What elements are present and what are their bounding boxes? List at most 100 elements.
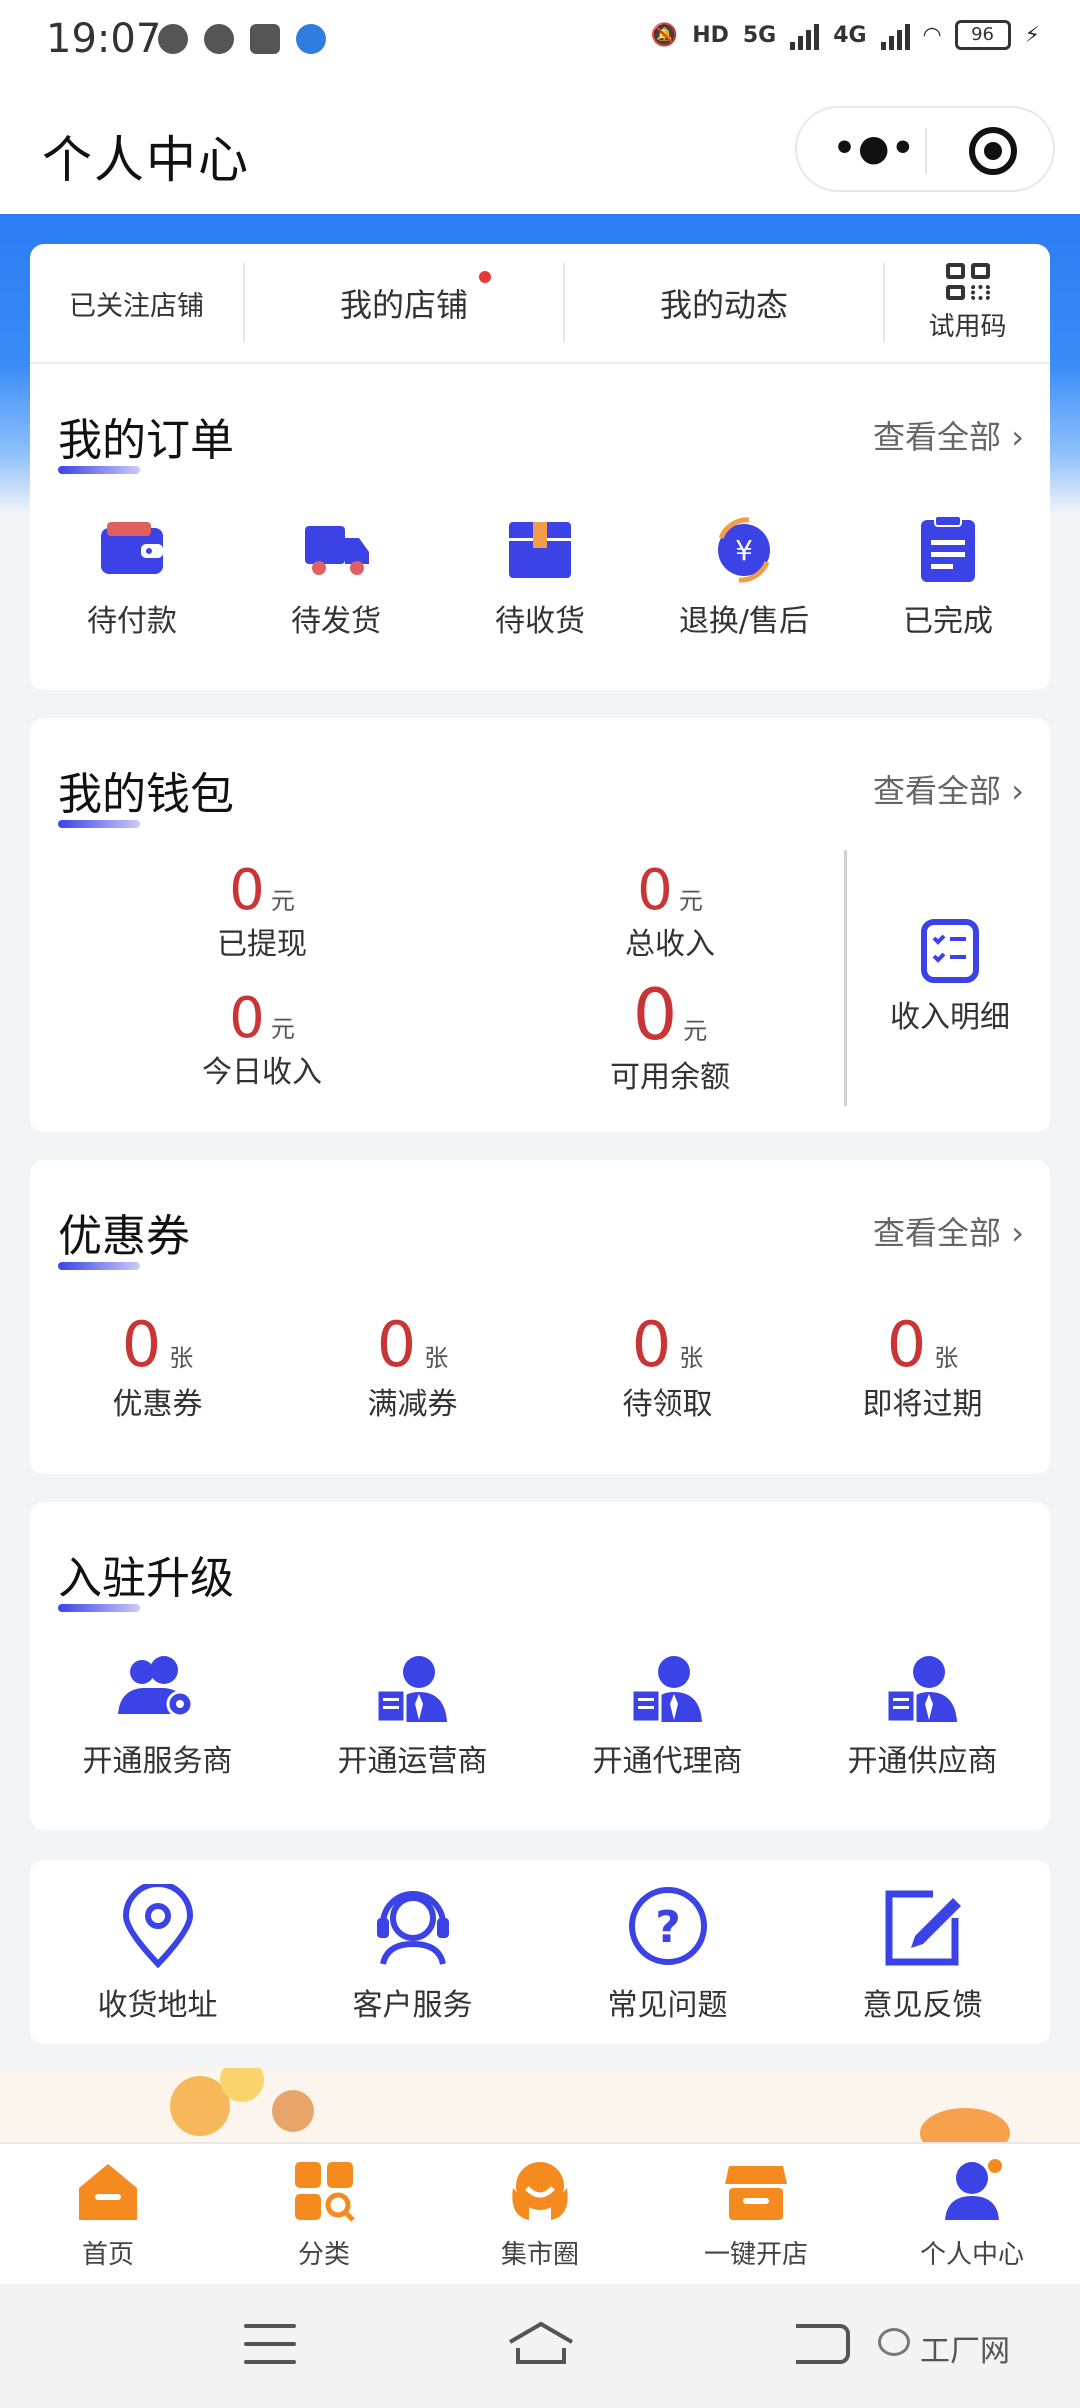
home-icon xyxy=(75,2158,141,2224)
coupon-all[interactable]: 0张 优惠券 xyxy=(30,1308,285,1423)
coupon-unit: 张 xyxy=(424,1344,449,1372)
page-header: 个人中心 •●• xyxy=(0,84,1080,214)
title-underline xyxy=(58,1604,140,1612)
wallet-title: 我的钱包 xyxy=(58,769,234,820)
faq[interactable]: ? 常见问题 xyxy=(540,1884,795,2024)
wallet-unit: 元 xyxy=(270,887,295,915)
coupon-label: 即将过期 xyxy=(862,1387,983,1422)
wallet-unit: 元 xyxy=(678,887,703,915)
order-pending-payment[interactable]: 待付款 xyxy=(30,514,234,640)
wallet-label: 总收入 xyxy=(625,927,715,962)
coupons-title: 优惠券 xyxy=(58,1211,190,1262)
capsule-divider xyxy=(925,128,927,174)
tab-open-shop[interactable]: 一键开店 xyxy=(648,2144,864,2284)
charging-icon: ⚡ xyxy=(1024,22,1040,48)
coupon-unit: 张 xyxy=(934,1344,959,1372)
hd-badge: HD xyxy=(692,22,729,48)
wallet-card: 我的钱包 查看全部 › 0元 已提现 0元 总收入 0元 今日收入 0元 可用余… xyxy=(30,718,1050,1132)
tab-my-shop[interactable]: 我的店铺 xyxy=(245,263,565,343)
question-icon: ? xyxy=(626,1884,710,1968)
coupon-label: 优惠券 xyxy=(112,1387,203,1422)
tab-label: 我的店铺 xyxy=(339,286,468,324)
title-underline xyxy=(58,820,140,828)
title-underline xyxy=(58,466,140,474)
coupons-view-all[interactable]: 查看全部 › xyxy=(873,1208,1024,1254)
service-label: 收货地址 xyxy=(97,1988,218,2023)
status-bar: 19:07 🔕 HD 5G 4G ◠ 96 ⚡ xyxy=(0,0,1080,84)
coupon-value: 0 xyxy=(121,1308,162,1381)
orders-view-all[interactable]: 查看全部 › xyxy=(873,412,1024,458)
open-agent[interactable]: 开通代理商 xyxy=(540,1654,795,1780)
wechat-icon xyxy=(204,24,234,54)
coupon-value: 0 xyxy=(886,1308,927,1381)
wallet-withdrawn[interactable]: 0元 已提现 xyxy=(82,858,442,963)
notification-icons xyxy=(158,24,326,54)
coin-decoration xyxy=(272,2090,314,2132)
tab-trial-code[interactable]: 试用码 xyxy=(885,263,1050,343)
upgrade-label: 开通服务商 xyxy=(82,1744,233,1779)
supplier-icon xyxy=(883,1654,963,1724)
order-refund[interactable]: ¥ 退换/售后 xyxy=(642,514,846,640)
order-pending-shipment[interactable]: 待发货 xyxy=(234,514,438,640)
wechat-watermark-icon xyxy=(878,2328,910,2356)
title-underline xyxy=(58,1262,140,1270)
more-dots-icon[interactable]: •●• xyxy=(833,131,916,167)
customer-service[interactable]: 客户服务 xyxy=(285,1884,540,2024)
tab-my-activity[interactable]: 我的动态 xyxy=(565,263,885,343)
coupon-value: 0 xyxy=(631,1308,672,1381)
tab-followed-shops[interactable]: 已关注店铺 xyxy=(30,263,245,343)
tab-label: 个人中心 xyxy=(919,2240,1024,2270)
category-icon xyxy=(291,2158,357,2224)
tab-home[interactable]: 首页 xyxy=(0,2144,216,2284)
upgrade-label: 开通运营商 xyxy=(337,1744,488,1779)
open-operator[interactable]: 开通运营商 xyxy=(285,1654,540,1780)
wallet-today-income[interactable]: 0元 今日收入 xyxy=(82,986,442,1091)
svg-text:¥: ¥ xyxy=(735,534,753,567)
wallet-available-balance[interactable]: 0元 可用余额 xyxy=(490,974,850,1096)
shipping-address[interactable]: 收货地址 xyxy=(30,1881,285,2024)
status-time: 19:07 xyxy=(46,16,162,62)
coupon-expiring[interactable]: 0张 即将过期 xyxy=(795,1308,1050,1423)
app-icon xyxy=(250,24,280,54)
recent-apps-icon[interactable] xyxy=(244,2324,296,2364)
order-pending-receipt[interactable]: 待收货 xyxy=(438,514,642,640)
back-nav-icon[interactable] xyxy=(796,2324,850,2364)
order-label: 待发货 xyxy=(291,604,381,639)
wallet-total-income[interactable]: 0元 总收入 xyxy=(490,858,850,963)
page-title: 个人中心 xyxy=(42,131,250,189)
coupon-to-claim[interactable]: 0张 待领取 xyxy=(540,1308,795,1423)
open-service-provider[interactable]: 开通服务商 xyxy=(30,1654,285,1780)
agent-icon xyxy=(628,1654,708,1724)
open-supplier[interactable]: 开通供应商 xyxy=(795,1654,1050,1780)
coin-decoration xyxy=(920,2108,1010,2142)
promo-banner[interactable] xyxy=(0,2068,1080,2142)
signal-icon-2 xyxy=(880,20,910,50)
tab-category[interactable]: 分类 xyxy=(216,2144,432,2284)
edit-icon xyxy=(881,1884,965,1968)
target-icon[interactable] xyxy=(969,127,1017,175)
watermark-text: 工厂网 xyxy=(920,2334,1010,2369)
tab-label: 分类 xyxy=(297,2240,350,2270)
coupon-unit: 张 xyxy=(169,1344,194,1372)
mute-icon: 🔕 xyxy=(650,22,679,48)
tab-label: 已关注店铺 xyxy=(69,290,204,322)
tab-market[interactable]: 集市圈 xyxy=(432,2144,648,2284)
wallet-value: 0 xyxy=(229,986,265,1051)
home-nav-icon[interactable] xyxy=(506,2320,576,2366)
service-label: 常见问题 xyxy=(607,1988,728,2023)
refund-icon: ¥ xyxy=(709,514,779,584)
order-completed[interactable]: 已完成 xyxy=(846,514,1050,640)
battery-icon: 96 xyxy=(954,20,1011,50)
coupon-discount[interactable]: 0张 满减券 xyxy=(285,1308,540,1423)
order-label: 已完成 xyxy=(903,604,993,639)
service-label: 意见反馈 xyxy=(862,1988,983,2023)
music-icon xyxy=(158,24,188,54)
wallet-value: 0 xyxy=(637,858,673,923)
wifi-icon: ◠ xyxy=(923,22,941,48)
income-detail-button[interactable]: 收入明细 xyxy=(870,918,1030,1036)
tab-label: 集市圈 xyxy=(500,2240,579,2270)
operator-icon xyxy=(373,1654,453,1724)
feedback[interactable]: 意见反馈 xyxy=(795,1884,1050,2024)
tab-profile[interactable]: 个人中心 xyxy=(864,2144,1080,2284)
wallet-view-all[interactable]: 查看全部 › xyxy=(873,766,1024,812)
